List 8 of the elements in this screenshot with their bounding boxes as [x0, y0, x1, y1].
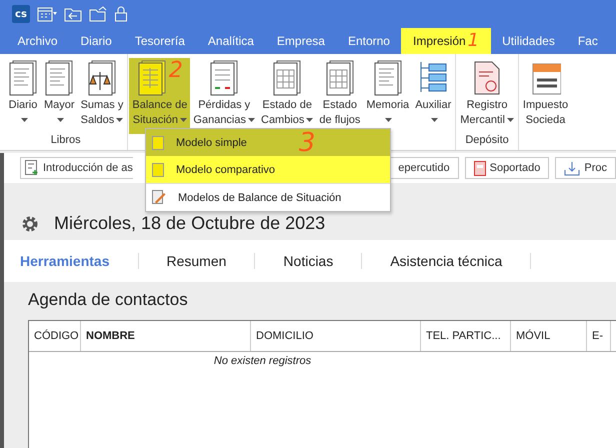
group-label: Depósito	[465, 134, 509, 146]
empty-message: No existen registros	[214, 355, 312, 367]
section-title: Agenda de contactos	[28, 290, 189, 310]
date-heading: Miércoles, 18 de Octubre de 2023	[54, 213, 326, 234]
annotation-number: 1	[468, 32, 480, 50]
annotation-number: 2	[168, 60, 183, 82]
annotation-number: 3	[298, 130, 316, 156]
group-label: Libros	[50, 134, 81, 146]
